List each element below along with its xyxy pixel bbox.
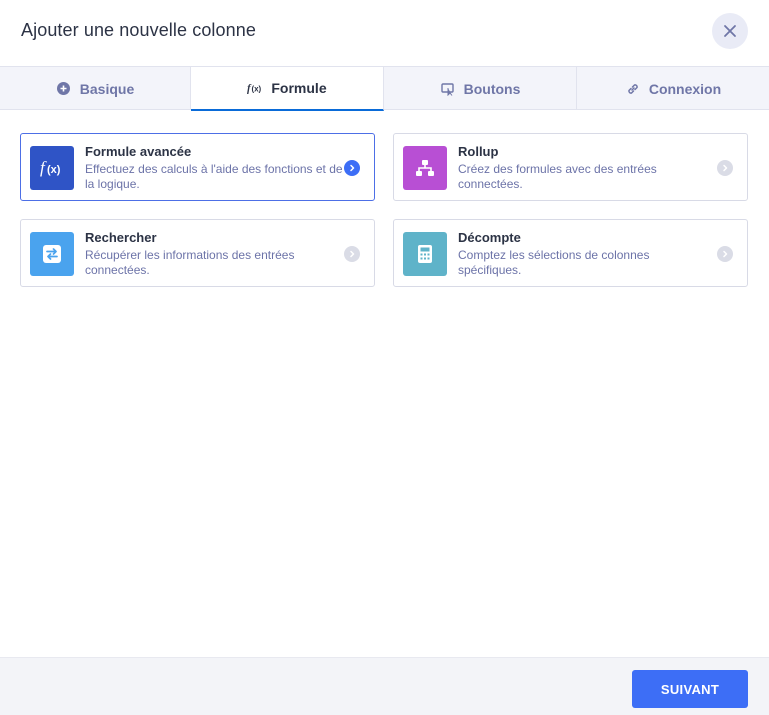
- card-decompte[interactable]: Décompte Comptez les sélections de colon…: [393, 219, 748, 287]
- dialog-footer: SUIVANT: [0, 657, 769, 715]
- close-icon: [724, 25, 736, 37]
- chevron-right-icon: [344, 246, 360, 262]
- card-description: Effectuez des calculs à l'aide des fonct…: [85, 162, 343, 191]
- tab-label: Connexion: [648, 80, 722, 97]
- card-title: Décompte: [458, 230, 521, 245]
- plus-circle-icon: [56, 81, 72, 97]
- tab-basique[interactable]: Basique: [0, 67, 191, 110]
- card-description: Récupérer les informations des entrées c…: [85, 248, 295, 277]
- tab-label: Basique: [79, 80, 135, 97]
- card-title: Formule avancée: [85, 144, 192, 159]
- card-title: Rollup: [458, 144, 499, 159]
- card-description: Comptez les sélections de colonnes spéci…: [458, 248, 650, 277]
- card-description: Créez des formules avec des entrées conn…: [458, 162, 657, 191]
- chevron-right-icon: [344, 160, 360, 176]
- dialog-header: Ajouter une nouvelle colonne: [0, 0, 769, 66]
- chevron-right-icon: [717, 246, 733, 262]
- chevron-right-icon: [717, 160, 733, 176]
- tab-label: Boutons: [463, 80, 521, 97]
- function-icon: f (x): [40, 158, 61, 177]
- card-icon: [403, 232, 447, 276]
- link-icon: [625, 81, 641, 97]
- svg-text:(x): (x): [252, 85, 262, 94]
- tab-bar: Basique f (x) Formule Boutons Connexion: [0, 66, 769, 111]
- calculator-icon: [418, 245, 432, 263]
- card-title: Rechercher: [85, 230, 157, 245]
- card-icon: [403, 146, 447, 190]
- svg-text:f: f: [40, 158, 47, 177]
- card-rollup[interactable]: Rollup Créez des formules avec des entré…: [393, 133, 748, 201]
- button-cursor-icon: [440, 81, 456, 97]
- swap-arrows-icon: [43, 245, 61, 263]
- hierarchy-icon: [416, 160, 434, 176]
- svg-text:(x): (x): [47, 164, 61, 176]
- card-formule-avancee[interactable]: f (x) Formule avancée Effectuez des calc…: [20, 133, 375, 201]
- next-button[interactable]: SUIVANT: [632, 670, 748, 708]
- card-icon: [30, 232, 74, 276]
- tab-boutons[interactable]: Boutons: [384, 67, 577, 110]
- close-button[interactable]: [712, 13, 748, 49]
- tab-formule[interactable]: f (x) Formule: [191, 67, 384, 111]
- tab-label: Formule: [271, 80, 327, 96]
- card-rechercher[interactable]: Rechercher Récupérer les informations de…: [20, 219, 375, 287]
- tab-connexion[interactable]: Connexion: [577, 67, 769, 110]
- dialog-title: Ajouter une nouvelle colonne: [21, 20, 256, 40]
- card-icon: f (x): [30, 146, 74, 190]
- function-icon: f (x): [247, 80, 263, 96]
